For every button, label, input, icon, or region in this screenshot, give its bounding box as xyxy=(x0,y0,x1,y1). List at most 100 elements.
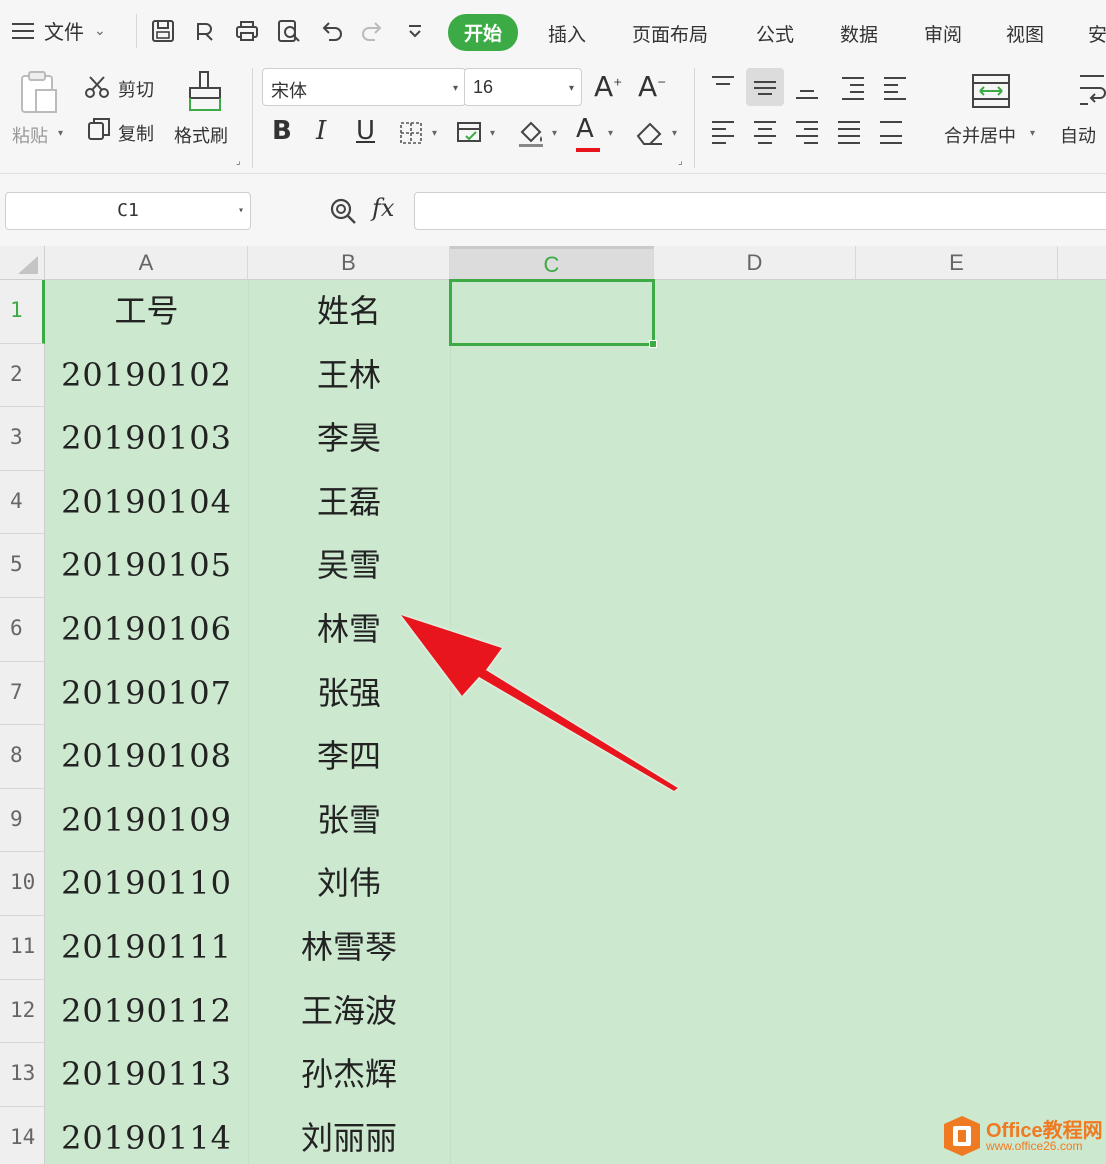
align-bottom-icon[interactable] xyxy=(788,68,826,106)
cell-b[interactable]: 王海波 xyxy=(248,980,450,1044)
tab-home[interactable]: 开始 xyxy=(448,14,519,51)
column-header-c[interactable]: C xyxy=(450,246,654,280)
cell-b[interactable]: 刘丽丽 xyxy=(248,1107,450,1164)
cell-b[interactable]: 吴雪 xyxy=(248,534,450,598)
row-header[interactable]: 6 xyxy=(0,598,45,662)
justify-icon[interactable] xyxy=(830,112,868,150)
align-right-icon[interactable] xyxy=(788,112,826,150)
cell-a[interactable]: 20190111 xyxy=(45,916,248,980)
font-launcher-icon[interactable]: ⌟ xyxy=(678,156,683,167)
cell-a[interactable]: 20190109 xyxy=(45,789,248,853)
tab-view[interactable]: 视图 xyxy=(1006,20,1044,47)
print-icon[interactable] xyxy=(234,18,260,44)
cell-style-icon[interactable] xyxy=(456,120,484,146)
bold-icon[interactable]: B xyxy=(272,116,292,146)
insert-function-button[interactable]: fx xyxy=(372,194,394,222)
cell-b[interactable]: 李四 xyxy=(248,725,450,789)
decrease-font-size-icon[interactable]: A− xyxy=(638,70,666,103)
row-header[interactable]: 2 xyxy=(0,343,45,408)
clipboard-launcher-icon[interactable]: ⌟ xyxy=(236,156,241,167)
active-cell-c1[interactable] xyxy=(449,279,655,346)
select-all-corner[interactable] xyxy=(0,246,45,280)
cell-b[interactable]: 孙杰辉 xyxy=(248,1043,450,1107)
row-header[interactable]: 4 xyxy=(0,470,45,535)
dropdown-arrow-icon[interactable]: ▾ xyxy=(672,128,677,139)
clear-format-icon[interactable] xyxy=(634,118,666,148)
cell-b[interactable]: 李昊 xyxy=(248,407,450,471)
cell-b[interactable]: 王磊 xyxy=(248,471,450,535)
column-header-d[interactable]: D xyxy=(654,246,856,280)
cell-b[interactable]: 张强 xyxy=(248,662,450,726)
cell-a[interactable]: 工号 xyxy=(45,280,248,344)
row-header[interactable]: 10 xyxy=(0,852,45,916)
cell-a[interactable]: 20190108 xyxy=(45,725,248,789)
tab-data[interactable]: 数据 xyxy=(840,20,878,47)
dropdown-arrow-icon[interactable]: ▾ xyxy=(490,128,495,139)
tab-insert[interactable]: 插入 xyxy=(548,20,586,47)
export-pdf-icon[interactable] xyxy=(192,18,218,44)
tab-page-layout[interactable]: 页面布局 xyxy=(632,20,708,47)
row-header[interactable]: 11 xyxy=(0,916,45,980)
row-header[interactable]: 7 xyxy=(0,661,45,726)
column-header-f[interactable] xyxy=(1058,246,1106,280)
dropdown-arrow-icon[interactable]: ▾ xyxy=(608,128,613,139)
row-header[interactable]: 8 xyxy=(0,725,45,789)
cell-a[interactable]: 20190103 xyxy=(45,407,248,471)
cell-b[interactable]: 姓名 xyxy=(248,280,450,344)
row-header[interactable]: 14 xyxy=(0,1106,45,1164)
cell-a[interactable]: 20190107 xyxy=(45,662,248,726)
redo-icon[interactable] xyxy=(360,18,386,44)
dropdown-arrow-icon[interactable]: ▾ xyxy=(552,128,557,139)
distributed-align-icon[interactable] xyxy=(872,112,910,150)
cell-b[interactable]: 刘伟 xyxy=(248,852,450,916)
tab-security[interactable]: 安 xyxy=(1088,20,1106,47)
column-header-b[interactable]: B xyxy=(248,246,450,280)
row-header[interactable]: 5 xyxy=(0,534,45,598)
underline-icon[interactable]: U xyxy=(356,116,375,146)
row-header[interactable]: 12 xyxy=(0,979,45,1044)
cell-b[interactable]: 张雪 xyxy=(248,789,450,853)
borders-icon[interactable] xyxy=(398,120,424,146)
column-header-e[interactable]: E xyxy=(856,246,1058,280)
cell-a[interactable]: 20190114 xyxy=(45,1107,248,1164)
cell-a[interactable]: 20190113 xyxy=(45,1043,248,1107)
fill-handle[interactable] xyxy=(649,340,657,348)
tab-review[interactable]: 审阅 xyxy=(924,20,962,47)
align-top-icon[interactable] xyxy=(704,68,742,106)
cell-a[interactable]: 20190102 xyxy=(45,344,248,408)
cell-b[interactable]: 林雪 xyxy=(248,598,450,662)
cell-b[interactable]: 林雪琴 xyxy=(248,916,450,980)
customize-toolbar-icon[interactable] xyxy=(402,18,428,44)
cell-a[interactable]: 20190104 xyxy=(45,471,248,535)
cell-a[interactable]: 20190105 xyxy=(45,534,248,598)
undo-icon[interactable] xyxy=(318,18,344,44)
row-header[interactable]: 3 xyxy=(0,407,45,471)
save-icon[interactable] xyxy=(150,18,176,44)
align-left-icon[interactable] xyxy=(704,112,742,150)
tab-formulas[interactable]: 公式 xyxy=(756,20,794,47)
font-size-dropdown[interactable]: 16 ▾ xyxy=(464,68,582,106)
menu-bar: 文件 ⌄ 开始 插入 页面布局 公式 数据 审阅 视图 安 xyxy=(0,0,1106,62)
cell-a[interactable]: 20190112 xyxy=(45,980,248,1044)
name-box[interactable]: C1 ▾ xyxy=(5,192,251,230)
decrease-indent-icon[interactable] xyxy=(834,68,872,106)
file-menu[interactable]: 文件 ⌄ xyxy=(12,16,106,45)
italic-icon[interactable]: I xyxy=(316,116,326,146)
increase-font-size-icon[interactable]: A+ xyxy=(594,70,622,103)
increase-indent-icon[interactable] xyxy=(876,68,914,106)
fill-color-icon[interactable] xyxy=(516,118,546,148)
formula-input[interactable] xyxy=(414,192,1106,230)
cell-b[interactable]: 王林 xyxy=(248,344,450,408)
font-name-dropdown[interactable]: 宋体 ▾ xyxy=(262,68,466,106)
column-header-a[interactable]: A xyxy=(45,246,248,280)
row-header[interactable]: 9 xyxy=(0,788,45,853)
cell-a[interactable]: 20190110 xyxy=(45,852,248,916)
align-center-icon[interactable] xyxy=(746,112,784,150)
zoom-search-icon[interactable] xyxy=(328,196,358,226)
dropdown-arrow-icon[interactable]: ▾ xyxy=(432,128,437,139)
align-middle-icon[interactable] xyxy=(746,68,784,106)
cell-a[interactable]: 20190106 xyxy=(45,598,248,662)
print-preview-icon[interactable] xyxy=(276,18,302,44)
row-header[interactable]: 13 xyxy=(0,1043,45,1107)
row-header[interactable]: 1 xyxy=(0,280,45,344)
